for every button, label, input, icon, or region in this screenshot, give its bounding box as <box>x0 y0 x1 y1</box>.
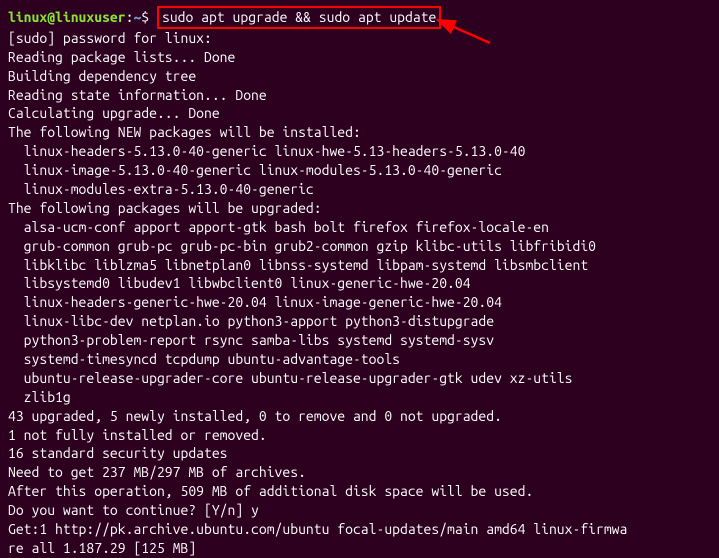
output-line: linux-headers-generic-hwe-20.04 linux-im… <box>8 293 711 312</box>
output-line: Get:1 http://pk.archive.ubuntu.com/ubunt… <box>8 520 711 539</box>
output-line: linux-modules-extra-5.13.0-40-generic <box>8 180 711 199</box>
output-line: After this operation, 509 MB of addition… <box>8 482 711 501</box>
output-line: The following packages will be upgraded: <box>8 199 711 218</box>
output-line: 43 upgraded, 5 newly installed, 0 to rem… <box>8 407 711 426</box>
output-line: 1 not fully installed or removed. <box>8 426 711 445</box>
command-text: sudo apt upgrade && sudo apt update <box>162 9 436 25</box>
command-highlight-box: sudo apt upgrade && sudo apt update <box>157 6 441 29</box>
output-line: [sudo] password for linux: <box>8 29 711 48</box>
output-line: Calculating upgrade... Done <box>8 104 711 123</box>
output-line: libsystemd0 libudev1 libwbclient0 linux-… <box>8 274 711 293</box>
output-line: systemd-timesyncd tcpdump ubuntu-advanta… <box>8 350 711 369</box>
output-line: linux-image-5.13.0-40-generic linux-modu… <box>8 161 711 180</box>
output-line: linux-libc-dev netplan.io python3-apport… <box>8 312 711 331</box>
output-line: Reading package lists... Done <box>8 48 711 67</box>
output-line: Building dependency tree <box>8 67 711 86</box>
dollar-prompt: $ <box>141 9 157 25</box>
output-line: zlib1g <box>8 388 711 407</box>
output-line: Do you want to continue? [Y/n] y <box>8 501 711 520</box>
terminal-area[interactable]: linux@linuxuser:~$ sudo apt upgrade && s… <box>8 6 711 558</box>
output-line: grub-common grub-pc grub-pc-bin grub2-co… <box>8 237 711 256</box>
user-host: linux@linuxuser <box>8 9 126 25</box>
output-line: Need to get 237 MB/297 MB of archives. <box>8 463 711 482</box>
output-line: Reading state information... Done <box>8 86 711 105</box>
output-line: linux-headers-5.13.0-40-generic linux-hw… <box>8 142 711 161</box>
output-line: libklibc liblzma5 libnetplan0 libnss-sys… <box>8 256 711 275</box>
output-line: re all 1.187.29 [125 MB] <box>8 539 711 558</box>
output-line: alsa-ucm-conf apport apport-gtk bash bol… <box>8 218 711 237</box>
output-line: python3-problem-report rsync samba-libs … <box>8 331 711 350</box>
output-line: ubuntu-release-upgrader-core ubuntu-rele… <box>8 369 711 388</box>
output-line: The following NEW packages will be insta… <box>8 123 711 142</box>
prompt-line: linux@linuxuser:~$ sudo apt upgrade && s… <box>8 6 711 29</box>
output-line: 16 standard security updates <box>8 444 711 463</box>
